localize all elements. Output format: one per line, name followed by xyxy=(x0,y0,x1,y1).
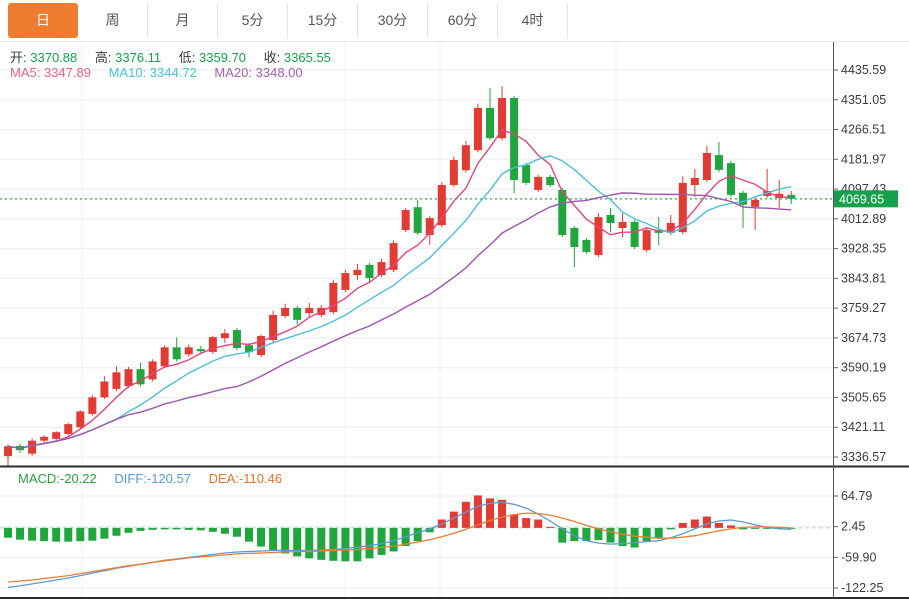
svg-text:4181.97: 4181.97 xyxy=(841,152,886,166)
svg-text:4435.59: 4435.59 xyxy=(841,63,886,77)
open-value: 3370.88 xyxy=(30,50,78,65)
gridlines xyxy=(0,42,833,597)
dea-line xyxy=(7,512,792,583)
svg-text:3590.19: 3590.19 xyxy=(841,361,886,375)
svg-text:4266.51: 4266.51 xyxy=(841,123,886,137)
ma20-value: 3348.00 xyxy=(255,65,303,80)
svg-text:3674.73: 3674.73 xyxy=(841,331,886,345)
ohlc-readout: 开: 3370.88 高: 3376.11 低: 3359.70 收: 3365… xyxy=(10,47,345,66)
open-label: 开: xyxy=(10,50,27,65)
low-label: 低: xyxy=(178,50,196,65)
ma10-label: MA10: xyxy=(108,65,147,80)
svg-text:3843.81: 3843.81 xyxy=(841,271,886,285)
current-price-tag: 4069.65 xyxy=(834,190,898,208)
tab-5min[interactable]: 5分 xyxy=(218,3,288,38)
low-value: 3359.70 xyxy=(199,50,247,65)
svg-text:-59.90: -59.90 xyxy=(841,550,876,564)
macd-axis-labels: 64.79 2.45 -59.90 -122.25 xyxy=(833,489,883,595)
svg-text:3336.57: 3336.57 xyxy=(841,450,886,464)
dea-label: DEA: xyxy=(208,471,239,486)
ma10-line xyxy=(7,155,792,449)
diff-value: -120.57 xyxy=(146,471,191,486)
ma10-value: 3344.72 xyxy=(149,65,197,80)
svg-text:4012.89: 4012.89 xyxy=(841,212,886,226)
dea-value: -110.46 xyxy=(238,471,283,486)
svg-text:64.79: 64.79 xyxy=(841,489,872,503)
tab-day[interactable]: 日 xyxy=(8,3,78,38)
tab-60min[interactable]: 60分 xyxy=(428,3,498,38)
tab-15min[interactable]: 15分 xyxy=(288,3,358,38)
svg-text:3421.11: 3421.11 xyxy=(841,420,885,434)
macd-readout: MACD:-20.22 DIFF:-120.57 DEA:-110.46 xyxy=(18,471,296,486)
ma20-label: MA20: xyxy=(214,65,252,80)
macd-label: MACD: xyxy=(18,471,60,486)
svg-text:3505.65: 3505.65 xyxy=(841,390,886,404)
tab-30min[interactable]: 30分 xyxy=(358,3,428,38)
svg-text:3759.27: 3759.27 xyxy=(841,301,886,315)
ma5-line xyxy=(7,129,792,449)
price-axis-labels: 4435.594351.054266.514181.974097.434012.… xyxy=(833,63,886,464)
kline-macd-canvas[interactable]: 4435.594351.054266.514181.974097.434012.… xyxy=(0,0,909,602)
ma-lines xyxy=(7,129,792,449)
tab-month[interactable]: 月 xyxy=(148,3,218,38)
diff-label: DIFF: xyxy=(114,471,147,486)
close-value: 3365.55 xyxy=(283,50,331,65)
svg-text:2.45: 2.45 xyxy=(841,520,865,534)
ma-readout: MA5: 3347.89 MA10: 3344.72 MA20: 3348.00 xyxy=(10,65,317,80)
macd-lines xyxy=(7,501,792,589)
ma5-value: 3347.89 xyxy=(43,65,91,80)
svg-text:-122.25: -122.25 xyxy=(841,581,883,595)
svg-text:4069.65: 4069.65 xyxy=(839,192,884,206)
svg-text:4351.05: 4351.05 xyxy=(841,93,886,107)
tab-week[interactable]: 周 xyxy=(78,3,148,38)
candles-layer xyxy=(4,86,796,467)
high-value: 3376.11 xyxy=(115,50,162,65)
tab-4hour[interactable]: 4时 xyxy=(498,3,568,38)
kline-chart-app: 日 周 月 5分 15分 30分 60分 4时 4435.59 4351.05 42… xyxy=(0,0,909,602)
macd-value: -20.22 xyxy=(59,471,97,486)
ma5-label: MA5: xyxy=(10,65,41,80)
svg-text:3928.35: 3928.35 xyxy=(841,242,886,256)
period-tabbar: 日 周 月 5分 15分 30分 60分 4时 xyxy=(0,0,909,42)
close-label: 收: xyxy=(263,50,281,65)
high-label: 高: xyxy=(94,50,112,65)
